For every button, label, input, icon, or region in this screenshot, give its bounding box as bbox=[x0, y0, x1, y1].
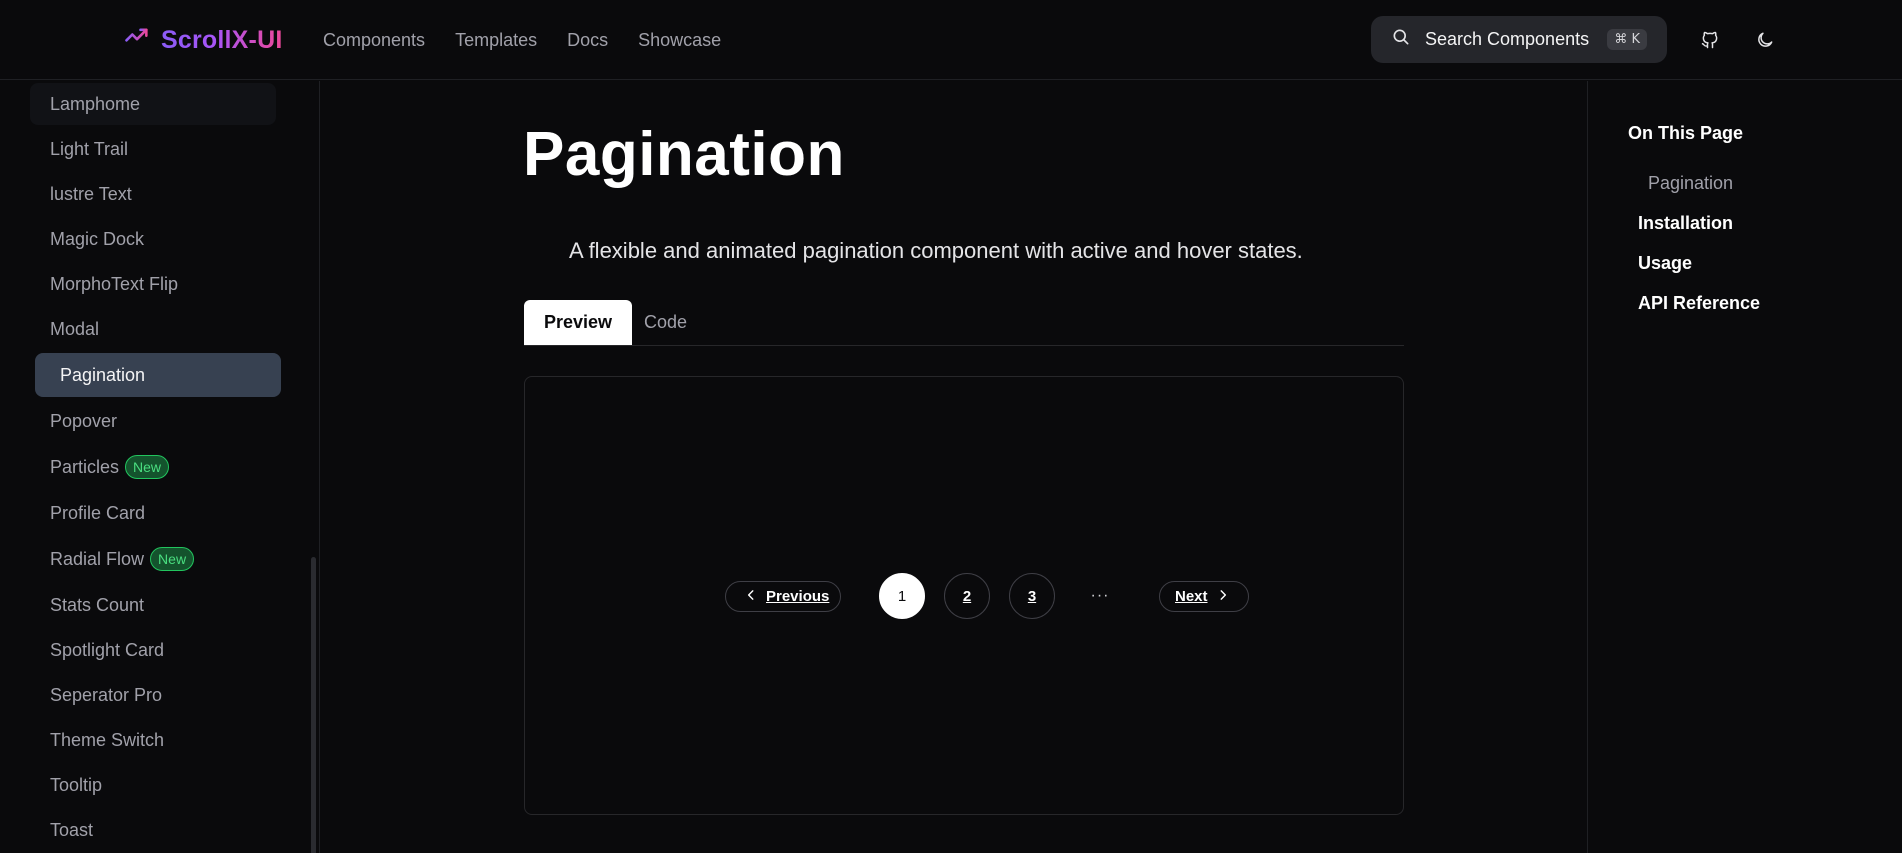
sidebar-item-morphotext-flip[interactable]: MorphoText Flip bbox=[30, 263, 276, 305]
github-icon[interactable] bbox=[1696, 26, 1724, 54]
preview-panel: Previous 1 2 3 ··· Next bbox=[524, 376, 1404, 815]
chevron-left-icon bbox=[744, 588, 758, 606]
page-1-button[interactable]: 1 bbox=[879, 573, 925, 619]
next-button[interactable]: Next bbox=[1159, 581, 1249, 612]
previous-label: Previous bbox=[766, 588, 830, 605]
main-nav: Components Templates Docs Showcase bbox=[323, 28, 721, 52]
logo[interactable]: ScrollX-UI bbox=[123, 24, 282, 56]
sidebar-item-lustre-text[interactable]: lustre Text bbox=[30, 173, 276, 215]
sidebar-item-pagination[interactable]: Pagination bbox=[35, 353, 281, 397]
sidebar-item-light-trail[interactable]: Light Trail bbox=[30, 128, 276, 170]
new-badge: New bbox=[150, 547, 195, 571]
sidebar-item-label: Tooltip bbox=[50, 774, 103, 795]
sidebar-item-profile-card[interactable]: Profile Card bbox=[30, 492, 276, 534]
page-3-button[interactable]: 3 bbox=[1009, 573, 1055, 619]
tab-preview[interactable]: Preview bbox=[524, 300, 633, 345]
sidebar-item-modal[interactable]: Modal bbox=[30, 308, 276, 350]
chart-trend-icon bbox=[123, 24, 151, 57]
toc-title: On This Page bbox=[1628, 123, 1744, 143]
sidebar-item-label: Stats Count bbox=[50, 594, 145, 615]
sidebar-item-stats-count[interactable]: Stats Count bbox=[30, 584, 276, 626]
nav-showcase[interactable]: Showcase bbox=[638, 28, 721, 52]
sidebar-item-label: Toast bbox=[50, 819, 94, 840]
nav-components[interactable]: Components bbox=[323, 28, 425, 52]
sidebar-item-label: MorphoText Flip bbox=[50, 273, 179, 294]
sidebar-item-label: Theme Switch bbox=[50, 729, 165, 750]
search-components-button[interactable]: Search Components ⌘ K bbox=[1371, 16, 1667, 63]
sidebar-item-label: Pagination bbox=[60, 364, 146, 385]
sidebar-item-label: Radial Flow bbox=[50, 548, 145, 569]
sidebar-scrollbar[interactable] bbox=[311, 557, 316, 853]
sidebar-item-toast[interactable]: Toast bbox=[30, 809, 276, 851]
sidebar-item-spotlight-card[interactable]: Spotlight Card bbox=[30, 629, 276, 671]
tab-code[interactable]: Code bbox=[624, 300, 707, 345]
previous-button[interactable]: Previous bbox=[725, 581, 841, 612]
sidebar-item-seperator-pro[interactable]: Seperator Pro bbox=[30, 674, 276, 716]
moon-icon[interactable] bbox=[1751, 26, 1779, 54]
top-header: ScrollX-UI Components Templates Docs Sho… bbox=[0, 0, 1902, 80]
preview-code-tabs: Preview Code bbox=[524, 300, 1404, 346]
nav-docs[interactable]: Docs bbox=[567, 28, 608, 52]
sidebar-item-radial-flow[interactable]: Radial Flow New bbox=[30, 538, 276, 580]
sidebar-item-tooltip[interactable]: Tooltip bbox=[30, 764, 276, 806]
chevron-right-icon bbox=[1216, 588, 1230, 606]
sidebar-item-particles[interactable]: Particles New bbox=[30, 446, 276, 488]
sidebar-item-lamphome[interactable]: Lamphome bbox=[30, 83, 276, 125]
sidebar-item-label: lustre Text bbox=[50, 183, 132, 204]
nav-templates[interactable]: Templates bbox=[455, 28, 537, 52]
toc-link-usage[interactable]: Usage bbox=[1638, 253, 1692, 274]
sidebar: Lamphome Light Trail lustre Text Magic D… bbox=[0, 81, 320, 853]
new-badge: New bbox=[125, 455, 170, 479]
sidebar-item-label: Magic Dock bbox=[50, 228, 145, 249]
sidebar-item-theme-switch[interactable]: Theme Switch bbox=[30, 719, 276, 761]
sidebar-item-label: Light Trail bbox=[50, 138, 129, 159]
pagination-ellipsis: ··· bbox=[1090, 587, 1110, 604]
sidebar-item-label: Spotlight Card bbox=[50, 639, 165, 660]
sidebar-item-magic-dock[interactable]: Magic Dock bbox=[30, 218, 276, 260]
sidebar-item-popover[interactable]: Popover bbox=[30, 400, 276, 442]
sidebar-item-label: Seperator Pro bbox=[50, 684, 163, 705]
sidebar-item-label: Particles bbox=[50, 456, 120, 477]
sidebar-item-label: Modal bbox=[50, 318, 100, 339]
search-icon bbox=[1391, 27, 1411, 52]
page-2-button[interactable]: 2 bbox=[944, 573, 990, 619]
toc-link-api-reference[interactable]: API Reference bbox=[1638, 293, 1760, 314]
toc-link-installation[interactable]: Installation bbox=[1638, 213, 1733, 234]
page-title: Pagination bbox=[523, 120, 845, 189]
page-description: A flexible and animated pagination compo… bbox=[569, 238, 1303, 263]
logo-text: ScrollX-UI bbox=[161, 25, 283, 54]
next-label: Next bbox=[1175, 588, 1208, 605]
search-shortcut: ⌘ K bbox=[1607, 29, 1647, 50]
search-label: Search Components bbox=[1425, 29, 1590, 49]
sidebar-item-label: Profile Card bbox=[50, 502, 146, 523]
toc-link-pagination[interactable]: Pagination bbox=[1648, 173, 1733, 194]
on-this-page: On This Page Pagination Installation Usa… bbox=[1587, 81, 1902, 853]
sidebar-item-label: Lamphome bbox=[50, 93, 141, 114]
sidebar-item-label: Popover bbox=[50, 410, 118, 431]
